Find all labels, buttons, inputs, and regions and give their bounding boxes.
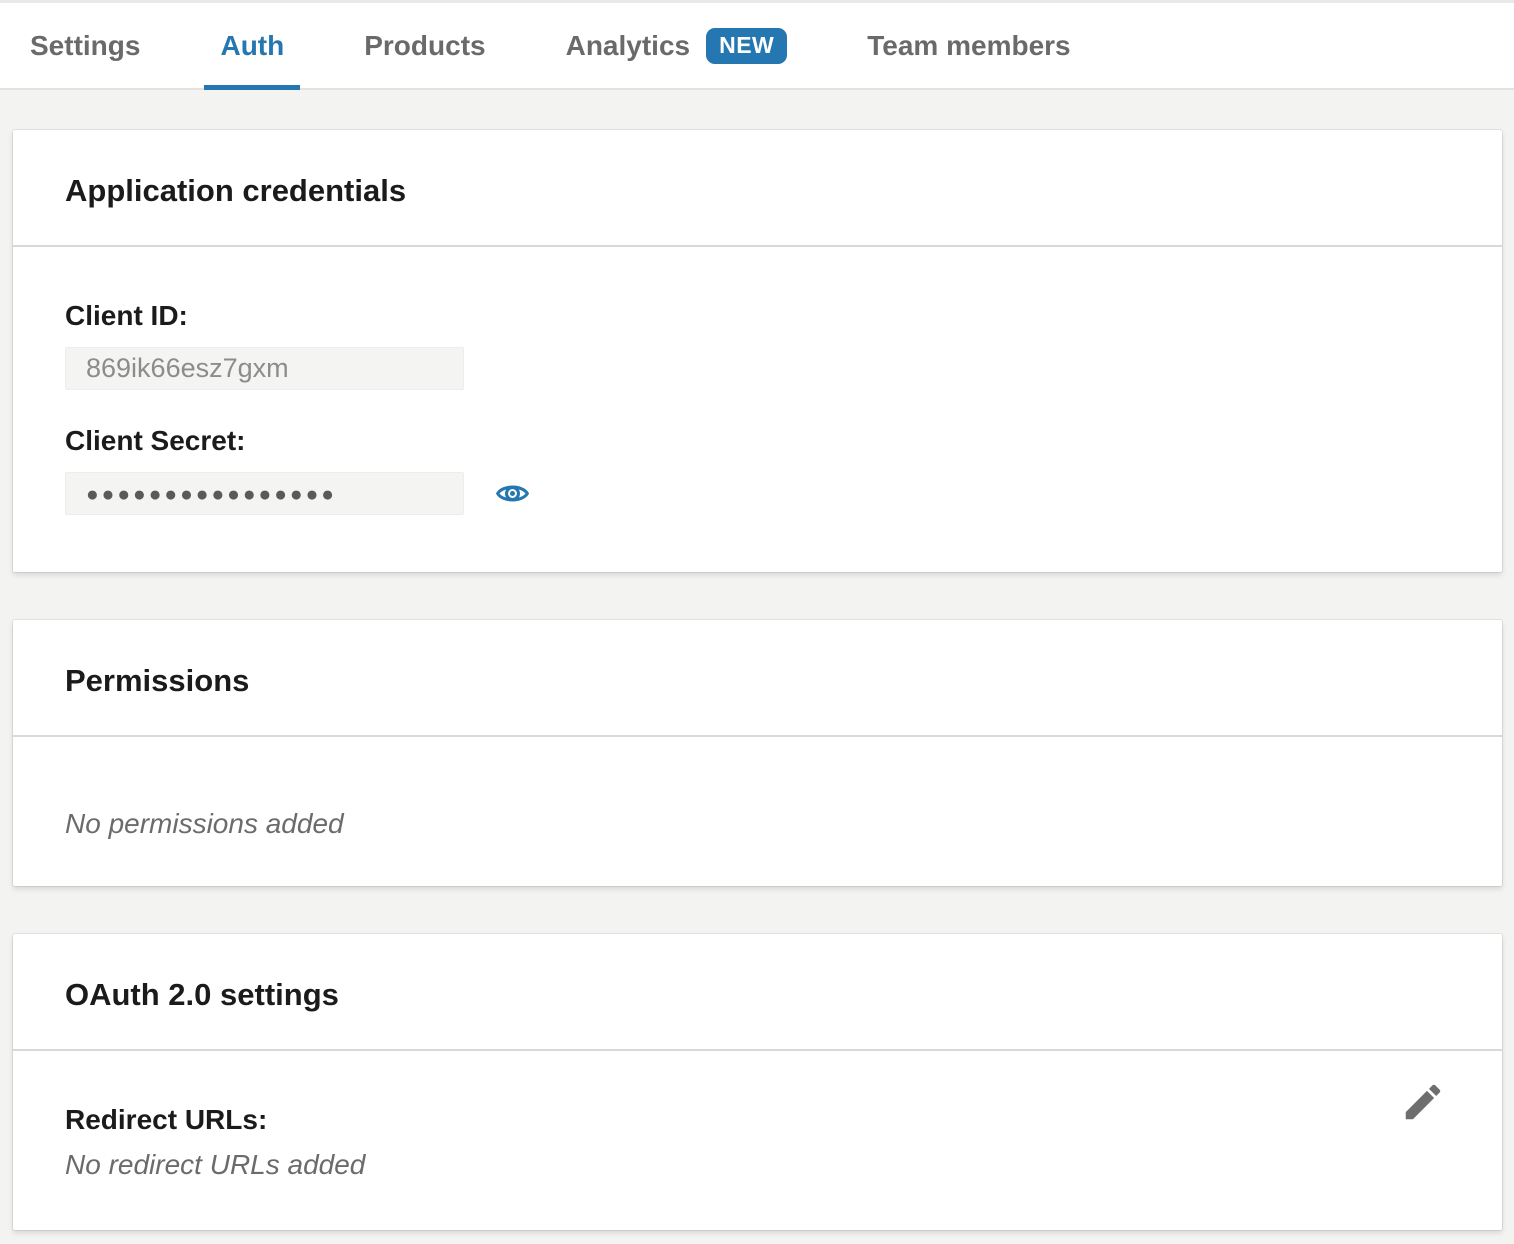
toggle-secret-visibility-button[interactable]	[495, 476, 530, 511]
oauth-settings-title: OAuth 2.0 settings	[65, 978, 1450, 1012]
client-id-field: Client ID: 869ik66esz7gxm	[65, 299, 1450, 390]
auth-tab-content: Application credentials Client ID: 869ik…	[0, 90, 1514, 1230]
permissions-body: No permissions added	[13, 737, 1502, 886]
new-badge: NEW	[706, 28, 787, 64]
permissions-card: Permissions No permissions added	[13, 620, 1502, 886]
application-credentials-body: Client ID: 869ik66esz7gxm Client Secret:…	[13, 247, 1502, 572]
client-secret-label: Client Secret:	[65, 424, 1450, 457]
oauth-settings-card: OAuth 2.0 settings Redirect URLs: No red…	[13, 934, 1502, 1230]
tab-products-label: Products	[364, 30, 485, 62]
permissions-title: Permissions	[65, 664, 1450, 698]
oauth-settings-header: OAuth 2.0 settings	[13, 934, 1502, 1051]
tab-team-members-label: Team members	[867, 30, 1070, 62]
edit-redirect-urls-button[interactable]	[1400, 1079, 1446, 1125]
oauth-settings-body: Redirect URLs: No redirect URLs added	[13, 1051, 1502, 1230]
tab-analytics-label: Analytics	[566, 30, 691, 62]
client-secret-field: Client Secret: ●●●●●●●●●●●●●●●●	[65, 424, 1450, 515]
client-secret-value: ●●●●●●●●●●●●●●●●	[65, 472, 464, 515]
tab-settings[interactable]: Settings	[14, 3, 156, 88]
tab-auth[interactable]: Auth	[204, 3, 300, 88]
client-secret-masked-value: ●●●●●●●●●●●●●●●●	[86, 481, 337, 507]
permissions-empty-message: No permissions added	[65, 807, 1450, 840]
tab-bar: Settings Auth Products Analytics NEW Tea…	[0, 0, 1514, 90]
tab-products[interactable]: Products	[348, 3, 501, 88]
client-secret-row: ●●●●●●●●●●●●●●●●	[65, 472, 1450, 515]
tab-team-members[interactable]: Team members	[851, 3, 1086, 88]
tab-analytics[interactable]: Analytics NEW	[550, 3, 804, 88]
application-credentials-card: Application credentials Client ID: 869ik…	[13, 130, 1502, 572]
client-id-value: 869ik66esz7gxm	[65, 347, 464, 390]
pencil-icon	[1400, 1079, 1446, 1125]
application-credentials-header: Application credentials	[13, 130, 1502, 247]
tab-settings-label: Settings	[30, 30, 140, 62]
eye-icon	[495, 476, 530, 511]
client-id-label: Client ID:	[65, 299, 1450, 332]
redirect-urls-label: Redirect URLs:	[65, 1103, 1450, 1136]
permissions-header: Permissions	[13, 620, 1502, 737]
application-credentials-title: Application credentials	[65, 174, 1450, 208]
tab-auth-label: Auth	[220, 30, 284, 62]
redirect-urls-empty-message: No redirect URLs added	[65, 1148, 1450, 1181]
